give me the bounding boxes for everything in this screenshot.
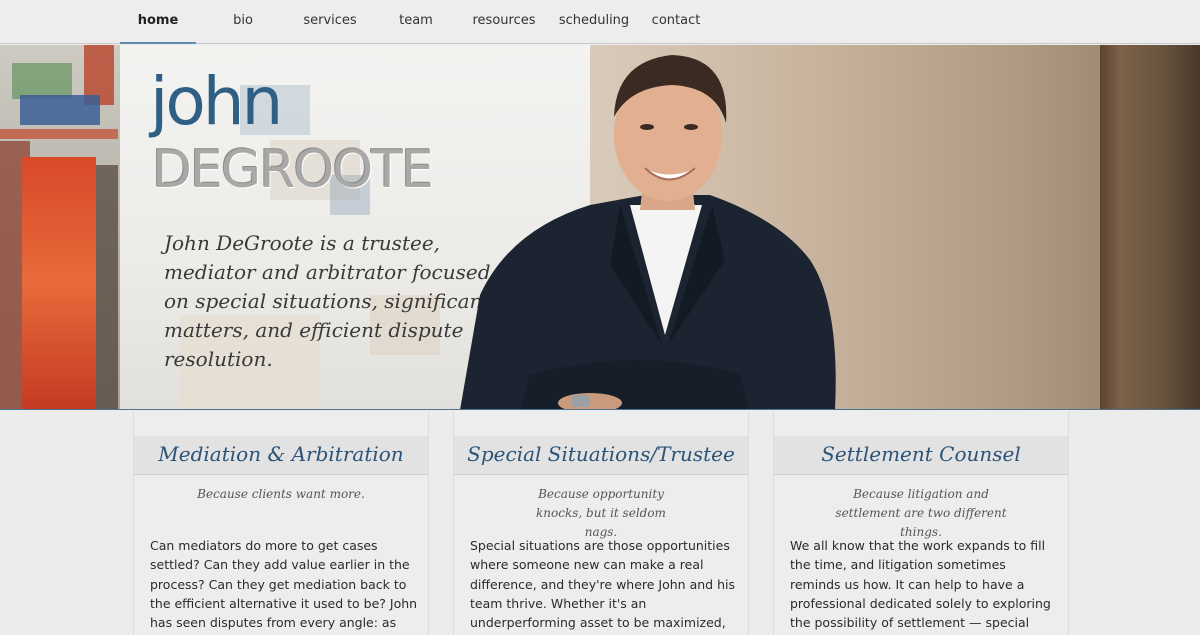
painting-image bbox=[0, 45, 122, 409]
column-subtitle: Because litigation and settlement are tw… bbox=[835, 487, 1007, 539]
nav-bio[interactable]: bio bbox=[212, 0, 274, 44]
column-title[interactable]: Special Situations/Trustee bbox=[454, 411, 748, 475]
logo-first-name: john bbox=[150, 63, 283, 140]
column-body: Special situations are those opportuniti… bbox=[470, 538, 735, 635]
nav-resources[interactable]: resources bbox=[468, 0, 540, 44]
service-column-special-situations: Special Situations/Trustee Because oppor… bbox=[453, 411, 749, 635]
portrait-photo bbox=[460, 55, 836, 409]
service-column-mediation: Mediation & Arbitration Because clients … bbox=[133, 411, 429, 635]
hero-banner: john DEGROOTE John DeGroote is a trustee… bbox=[0, 45, 1200, 410]
logo-last-name: DEGROOTE bbox=[152, 140, 434, 200]
nav-services[interactable]: services bbox=[296, 0, 364, 44]
service-column-settlement: Settlement Counsel Because litigation an… bbox=[773, 411, 1069, 635]
column-body: Can mediators do more to get cases settl… bbox=[150, 538, 418, 635]
nav-scheduling[interactable]: scheduling bbox=[556, 0, 632, 44]
background-frame bbox=[1100, 45, 1200, 409]
nav-team[interactable]: team bbox=[388, 0, 444, 44]
nav-contact[interactable]: contact bbox=[646, 0, 706, 44]
top-nav: home bio services team resources schedul… bbox=[0, 0, 1200, 44]
nav-home[interactable]: home bbox=[120, 0, 196, 44]
column-subtitle: Because clients want more. bbox=[197, 487, 365, 501]
column-title[interactable]: Settlement Counsel bbox=[774, 411, 1068, 475]
column-subtitle: Because opportunity knocks, but it seldo… bbox=[536, 487, 666, 539]
column-title[interactable]: Mediation & Arbitration bbox=[134, 411, 428, 475]
column-body: We all know that the work expands to fil… bbox=[790, 538, 1051, 635]
